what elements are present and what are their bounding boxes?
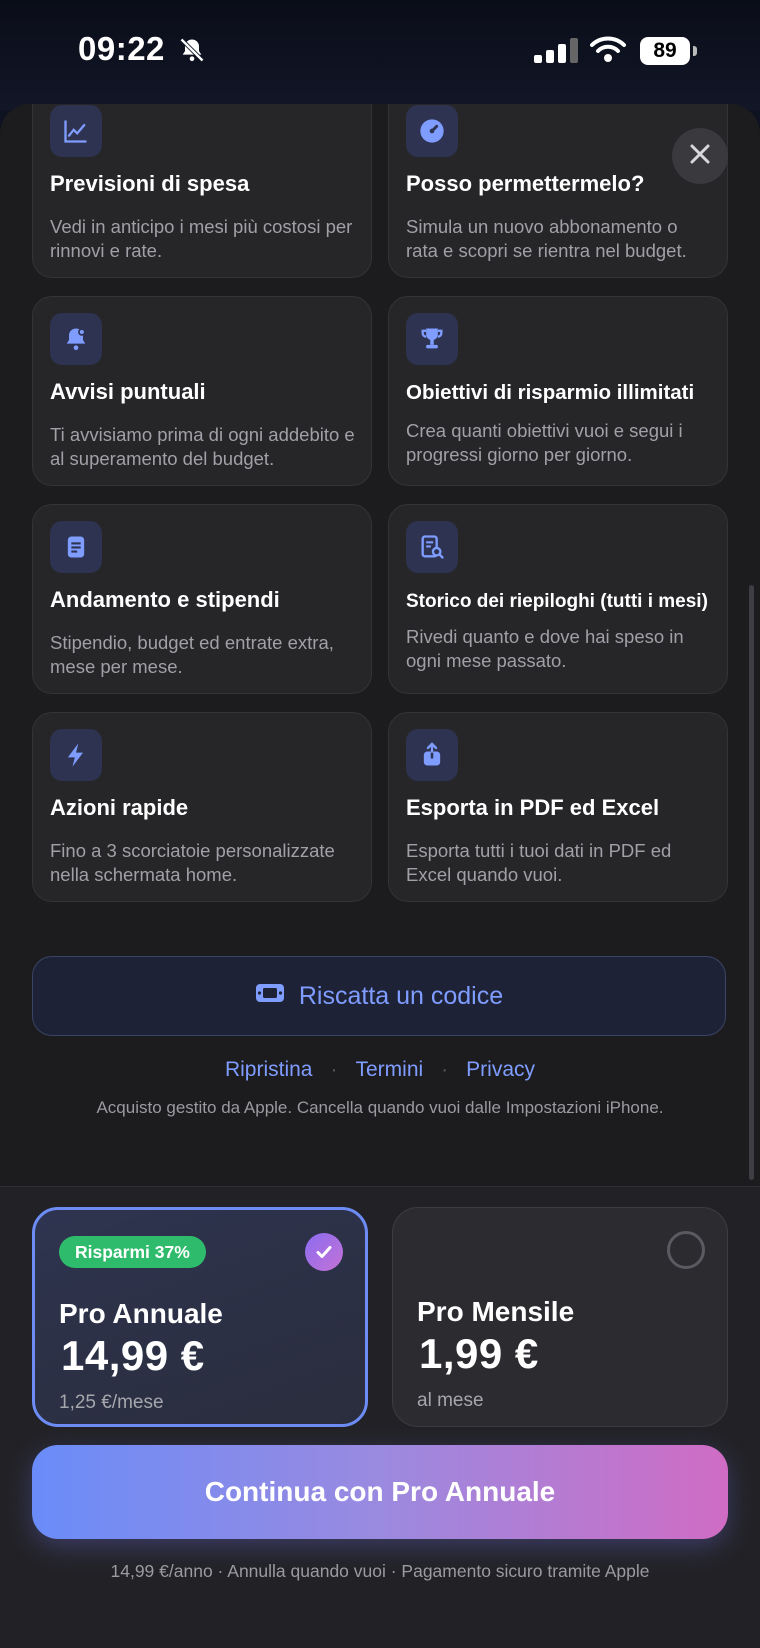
gauge-icon bbox=[406, 105, 458, 157]
close-button[interactable] bbox=[672, 128, 728, 184]
plan-name: Pro Annuale bbox=[59, 1298, 223, 1329]
document-icon bbox=[50, 521, 102, 573]
plan-monthly-option[interactable]: Pro Mensile 1,99 € al mese bbox=[392, 1207, 728, 1427]
wifi-icon bbox=[590, 36, 626, 69]
bell-muted-icon bbox=[178, 36, 206, 69]
signal-icon bbox=[534, 38, 580, 69]
feature-title: Avvisi puntuali bbox=[50, 379, 206, 404]
feature-description: Vedi in anticipo i mesi più costosi per … bbox=[50, 216, 353, 261]
feature-title: Posso permettermelo? bbox=[406, 171, 645, 196]
legal-text: Acquisto gestito da Apple. Cancella quan… bbox=[96, 1098, 664, 1117]
feature-title: Previsioni di spesa bbox=[50, 171, 250, 196]
footer-links: Ripristina · Termini · Privacy bbox=[0, 1058, 760, 1082]
feature-title: Obiettivi di risparmio illimitati bbox=[406, 381, 695, 404]
scrollbar[interactable] bbox=[749, 585, 754, 1180]
plan-name: Pro Mensile bbox=[417, 1296, 575, 1327]
trophy-icon bbox=[406, 313, 458, 365]
feature-description: Stipendio, budget ed entrate extra, mese… bbox=[50, 632, 334, 677]
bolt-icon bbox=[50, 729, 102, 781]
chart-line-icon bbox=[50, 105, 102, 157]
feature-title: Azioni rapide bbox=[50, 795, 189, 820]
feature-card-affordability: Posso permettermelo? Simula un nuovo abb… bbox=[388, 104, 728, 278]
share-icon bbox=[406, 729, 458, 781]
feature-card-export: Esporta in PDF ed Excel Esporta tutti i … bbox=[388, 712, 728, 902]
separator-dot: · bbox=[330, 1058, 338, 1081]
feature-description: Ti avvisiamo prima di ogni addebito e al… bbox=[50, 424, 355, 469]
separator-dot: · bbox=[441, 1058, 449, 1081]
feature-card-alerts: Avvisi puntuali Ti avvisiamo prima di og… bbox=[32, 296, 372, 486]
status-bar: 09:22 89 bbox=[0, 0, 760, 110]
privacy-link[interactable]: Privacy bbox=[466, 1058, 535, 1081]
plan-price: 14,99 € bbox=[61, 1332, 205, 1379]
battery-tip bbox=[693, 46, 697, 56]
feature-description: Crea quanti obiettivi vuoi e segui i pro… bbox=[406, 420, 683, 465]
feature-card-goals: Obiettivi di risparmio illimitati Crea q… bbox=[388, 296, 728, 486]
report-search-icon bbox=[406, 521, 458, 573]
feature-title: Andamento e stipendi bbox=[50, 587, 280, 612]
purchase-panel: Risparmi 37% Pro Annuale 14,99 € 1,25 €/… bbox=[0, 1186, 760, 1648]
feature-description: Rivedi quanto e dove hai speso in ogni m… bbox=[406, 626, 684, 671]
feature-title: Storico dei riepiloghi (tutti i mesi) bbox=[406, 591, 708, 612]
feature-card-forecast: Previsioni di spesa Vedi in anticipo i m… bbox=[32, 104, 372, 278]
close-icon bbox=[689, 143, 711, 170]
redeem-label: Riscatta un codice bbox=[298, 981, 504, 1010]
feature-card-trends: Andamento e stipendi Stipendio, budget e… bbox=[32, 504, 372, 694]
status-time: 09:22 bbox=[78, 30, 165, 67]
bell-icon bbox=[50, 313, 102, 365]
plan-annual-option[interactable]: Risparmi 37% Pro Annuale 14,99 € 1,25 €/… bbox=[32, 1207, 368, 1427]
billing-footnote: 14,99 €/anno · Annulla quando vuoi · Pag… bbox=[110, 1561, 650, 1581]
plan-price: 1,99 € bbox=[419, 1330, 539, 1377]
feature-card-quick-actions: Azioni rapide Fino a 3 scorciatoie perso… bbox=[32, 712, 372, 902]
redeem-code-button[interactable]: Riscatta un codice bbox=[32, 956, 726, 1036]
plan-subtitle: al mese bbox=[417, 1390, 484, 1411]
battery-indicator: 89 bbox=[640, 37, 690, 65]
feature-title: Esporta in PDF ed Excel bbox=[406, 795, 660, 820]
continue-button[interactable]: Continua con Pro Annuale bbox=[32, 1445, 728, 1539]
plan-subtitle: 1,25 €/mese bbox=[59, 1392, 164, 1413]
radio-empty-icon bbox=[667, 1231, 705, 1269]
feature-description: Esporta tutti i tuoi dati in PDF ed Exce… bbox=[406, 840, 672, 885]
feature-description: Simula un nuovo abbonamento o rata e sco… bbox=[406, 216, 687, 261]
savings-badge: Risparmi 37% bbox=[59, 1236, 206, 1268]
ticket-icon bbox=[255, 982, 285, 1011]
checkmark-icon bbox=[305, 1233, 343, 1271]
feature-description: Fino a 3 scorciatoie personalizzate nell… bbox=[50, 840, 335, 885]
terms-link[interactable]: Termini bbox=[355, 1058, 423, 1081]
feature-card-history: Storico dei riepiloghi (tutti i mesi) Ri… bbox=[388, 504, 728, 694]
restore-link[interactable]: Ripristina bbox=[225, 1058, 313, 1081]
